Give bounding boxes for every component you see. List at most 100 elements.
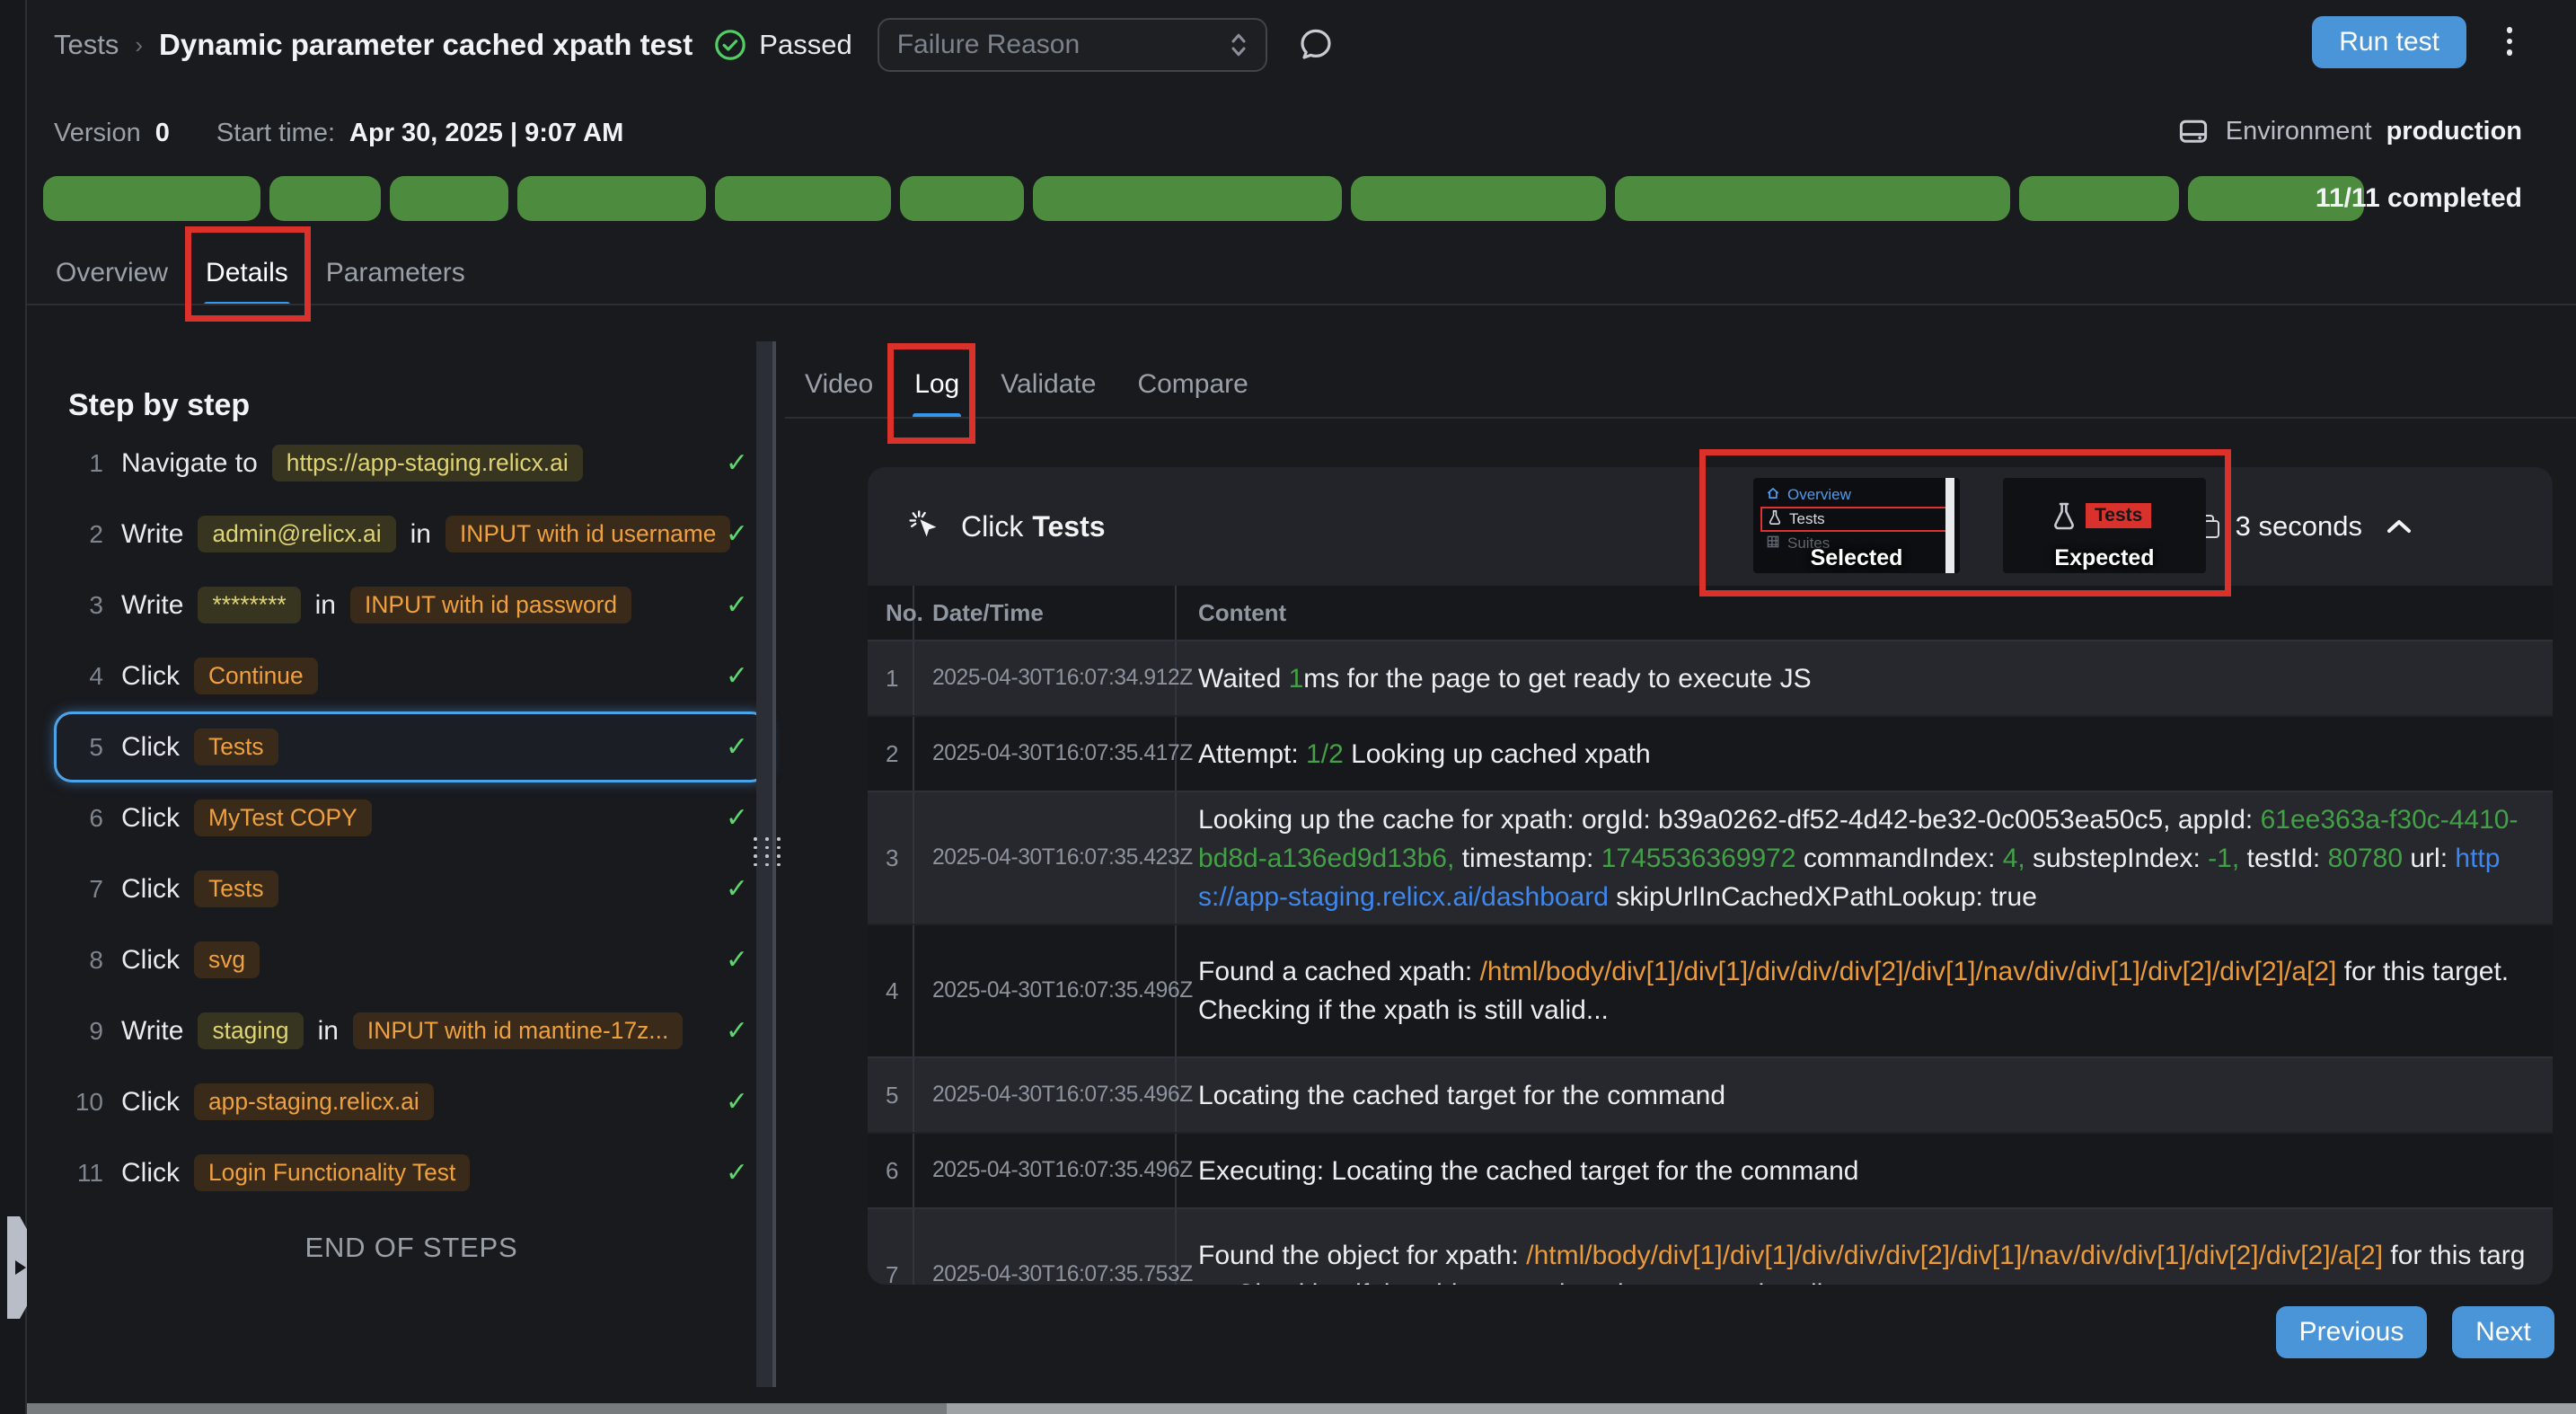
mini-nav-menu: OverviewTestsSuites (1753, 478, 1960, 555)
step-value-badge: admin@relicx.ai (198, 516, 395, 552)
step-row[interactable]: 11ClickLogin Functionality Test✓ (54, 1137, 769, 1208)
selected-screenshot-thumbnail[interactable]: OverviewTestsSuites Selected (1753, 478, 1960, 573)
step-infix: in (410, 519, 431, 550)
log-row-content: Looking up the cache for xpath: orgId: b… (1177, 792, 2553, 924)
log-row: 62025-04-30T16:07:35.496ZExecuting: Loca… (868, 1132, 2553, 1207)
next-button[interactable]: Next (2452, 1306, 2554, 1358)
failure-reason-select[interactable]: Failure Reason (878, 18, 1267, 72)
progress-segment[interactable] (900, 176, 1024, 221)
log-row-content: Locating the cached target for the comma… (1177, 1058, 2553, 1132)
run-test-button[interactable]: Run test (2312, 16, 2466, 68)
log-row-datetime: 2025-04-30T16:07:35.496Z (914, 1058, 1177, 1132)
step-panel-title: Step by step (68, 388, 250, 423)
step-target-badge: Continue (194, 658, 318, 694)
step-value-badge: ******** (198, 587, 300, 623)
horizontal-scrollbar-thumb[interactable] (27, 1403, 947, 1414)
step-action: Write (121, 519, 183, 550)
test-run-detail-page: Tests › Dynamic parameter cached xpath t… (0, 0, 2576, 1414)
log-row-datetime: 2025-04-30T16:07:34.912Z (914, 641, 1177, 715)
hard-drive-icon (2177, 115, 2210, 147)
chevron-up-icon[interactable] (2386, 517, 2413, 535)
progress-segment[interactable] (269, 176, 381, 221)
progress-segment[interactable] (1615, 176, 2010, 221)
step-action: Click (121, 803, 180, 834)
progress-segment[interactable] (43, 176, 260, 221)
detail-tab-validate[interactable]: Validate (999, 352, 1098, 417)
log-row: 42025-04-30T16:07:35.496ZFound a cached … (868, 924, 2553, 1056)
step-passed-check-icon: ✓ (726, 873, 748, 905)
start-time-value: Apr 30, 2025 | 9:07 AM (349, 119, 623, 148)
log-row-number: 5 (868, 1058, 914, 1132)
step-passed-check-icon: ✓ (726, 660, 748, 692)
step-passed-check-icon: ✓ (726, 731, 748, 763)
step-target-badge: Tests (194, 729, 278, 765)
header-bar: Tests › Dynamic parameter cached xpath t… (54, 14, 1336, 75)
log-row-content: Waited 1ms for the page to get ready to … (1177, 641, 2553, 715)
mini-nav-label: Overview (1787, 486, 1851, 504)
step-number: 7 (71, 875, 103, 904)
step-number: 1 (71, 449, 103, 478)
detail-tab-compare[interactable]: Compare (1135, 352, 1249, 417)
step-action: Write (121, 590, 183, 621)
overflow-menu-button[interactable] (2493, 18, 2526, 65)
comment-bubble-icon[interactable] (1296, 25, 1336, 65)
progress-segment[interactable] (1351, 176, 1606, 221)
panel-resize-handle[interactable] (753, 837, 781, 866)
step-value-badge: staging (198, 1012, 303, 1049)
step-number: 4 (71, 662, 103, 691)
mini-nav-item-overview: Overview (1766, 483, 1960, 507)
step-action: Navigate to (121, 448, 258, 479)
tab-overview[interactable]: Overview (54, 241, 170, 305)
environment-label: Environment (2226, 117, 2372, 146)
detail-tab-video[interactable]: Video (803, 352, 875, 417)
log-row-datetime: 2025-04-30T16:07:35.496Z (914, 1134, 1177, 1207)
step-row[interactable]: 4ClickContinue✓ (54, 641, 769, 711)
progress-segment[interactable] (1033, 176, 1342, 221)
tab-details[interactable]: Details (204, 241, 290, 305)
step-action: Click (121, 945, 180, 976)
duration-cluster: 3 seconds (2198, 467, 2413, 586)
step-row[interactable]: 6ClickMyTest COPY✓ (54, 782, 769, 853)
step-infix: in (318, 1016, 339, 1047)
step-number: 3 (71, 591, 103, 620)
previous-button[interactable]: Previous (2276, 1306, 2427, 1358)
step-number: 11 (71, 1159, 103, 1188)
step-row[interactable]: 2Writeadmin@relicx.aiinINPUT with id use… (54, 499, 769, 570)
detail-tab-log[interactable]: Log (913, 352, 961, 417)
log-row-number: 3 (868, 792, 914, 924)
step-row[interactable]: 1Navigate tohttps://app-staging.relicx.a… (54, 428, 769, 499)
step-row[interactable]: 8Clicksvg✓ (54, 924, 769, 995)
log-row-datetime: 2025-04-30T16:07:35.417Z (914, 717, 1177, 791)
progress-segment[interactable] (2019, 176, 2179, 221)
step-action: Click (121, 732, 180, 763)
step-number: 9 (71, 1017, 103, 1046)
col-header-content: Content (1177, 599, 2553, 627)
left-gutter (0, 0, 27, 1414)
step-row[interactable]: 10Clickapp-staging.relicx.ai✓ (54, 1066, 769, 1137)
progress-segment[interactable] (715, 176, 891, 221)
log-table: No. Date/Time Content 12025-04-30T16:07:… (868, 586, 2553, 1285)
log-row-number: 1 (868, 641, 914, 715)
status-label: Passed (759, 29, 851, 61)
progress-segment[interactable] (390, 176, 508, 221)
step-passed-check-icon: ✓ (726, 802, 748, 834)
step-target-badge: svg (194, 941, 260, 978)
click-cursor-icon (907, 509, 941, 544)
progress-segment[interactable] (517, 176, 706, 221)
step-infix: in (315, 590, 336, 621)
step-row[interactable]: 5ClickTests✓ (54, 711, 769, 782)
step-row[interactable]: 7ClickTests✓ (54, 853, 769, 924)
tab-parameters[interactable]: Parameters (324, 241, 467, 305)
step-row[interactable]: 3Write********inINPUT with id password✓ (54, 570, 769, 641)
mini-nav-label: Tests (1789, 510, 1825, 528)
step-row[interactable]: 9WritestaginginINPUT with id mantine-17z… (54, 995, 769, 1066)
play-triangle-icon (15, 1260, 26, 1275)
page-title: Dynamic parameter cached xpath test (159, 28, 693, 62)
breadcrumb-tests-link[interactable]: Tests (54, 29, 119, 61)
duration-value: 3 seconds (2236, 510, 2362, 543)
expected-target-highlight: Tests (2086, 503, 2151, 528)
expected-screenshot-thumbnail[interactable]: Tests Expected (2003, 478, 2206, 573)
meta-row: Version 0 Start time: Apr 30, 2025 | 9:0… (54, 119, 623, 148)
step-passed-check-icon: ✓ (726, 944, 748, 976)
mini-nav-item-tests: Tests (1760, 507, 1949, 532)
